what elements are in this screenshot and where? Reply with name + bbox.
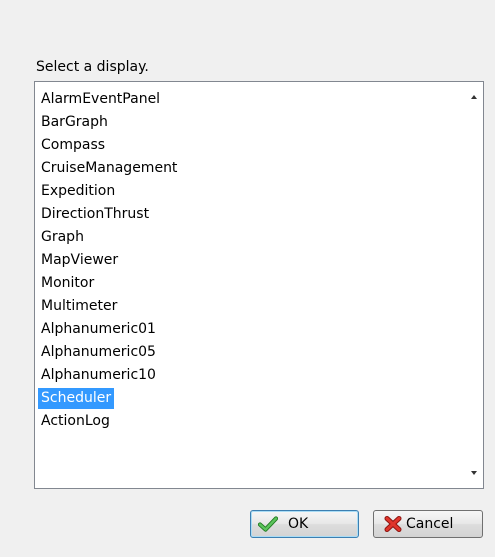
checkmark-icon [257, 516, 279, 532]
list-item-expedition[interactable]: Expedition [35, 180, 465, 203]
list-item-label: DirectionThrust [41, 206, 150, 222]
cancel-button-label: Cancel [406, 516, 454, 532]
list-item-bargraph[interactable]: BarGraph [35, 111, 465, 134]
ok-button-label: OK [288, 516, 309, 532]
list-item-label: Scheduler [38, 388, 115, 409]
arrow-up-icon [471, 95, 477, 99]
list-item-compass[interactable]: Compass [35, 134, 465, 157]
list-item-label: Expedition [41, 183, 116, 199]
list-item-label: Graph [41, 229, 84, 245]
display-listbox[interactable]: AlarmEventPanel BarGraph Compass CruiseM… [34, 81, 484, 489]
list-item-mapviewer[interactable]: MapViewer [35, 249, 465, 272]
select-display-dialog: Select a display. AlarmEventPanel BarGra… [0, 0, 495, 557]
red-x-icon [384, 516, 402, 532]
list-item-label: Alphanumeric05 [41, 344, 156, 360]
list-item-monitor[interactable]: Monitor [35, 272, 465, 295]
list-item-label: Monitor [41, 275, 95, 291]
display-list: AlarmEventPanel BarGraph Compass CruiseM… [35, 88, 465, 433]
list-item-label: CruiseManagement [41, 160, 178, 176]
list-item-actionlog[interactable]: ActionLog [35, 410, 465, 433]
list-item-multimeter[interactable]: Multimeter [35, 295, 465, 318]
list-item-label: Compass [41, 137, 106, 153]
list-item-scheduler[interactable]: Scheduler [35, 387, 465, 410]
ok-button[interactable]: OK [250, 510, 359, 538]
list-item-directionthrust[interactable]: DirectionThrust [35, 203, 465, 226]
list-item-cruisemanagement[interactable]: CruiseManagement [35, 157, 465, 180]
scroll-up-button[interactable] [465, 88, 483, 106]
list-item-label: Multimeter [41, 298, 118, 314]
list-item-alphanumeric10[interactable]: Alphanumeric10 [35, 364, 465, 387]
prompt-label: Select a display. [36, 59, 149, 75]
arrow-down-icon [471, 471, 477, 475]
scroll-down-button[interactable] [465, 464, 483, 482]
list-item-graph[interactable]: Graph [35, 226, 465, 249]
list-item-label: MapViewer [41, 252, 119, 268]
list-item-label: Alphanumeric01 [41, 321, 156, 337]
list-item-label: ActionLog [41, 413, 110, 429]
list-item-alarmeventpanel[interactable]: AlarmEventPanel [35, 88, 465, 111]
list-item-label: BarGraph [41, 114, 108, 130]
vertical-scrollbar[interactable] [465, 82, 483, 488]
cancel-button[interactable]: Cancel [373, 510, 483, 538]
list-item-alphanumeric01[interactable]: Alphanumeric01 [35, 318, 465, 341]
list-item-alphanumeric05[interactable]: Alphanumeric05 [35, 341, 465, 364]
list-item-label: AlarmEventPanel [41, 91, 161, 107]
list-item-label: Alphanumeric10 [41, 367, 156, 383]
